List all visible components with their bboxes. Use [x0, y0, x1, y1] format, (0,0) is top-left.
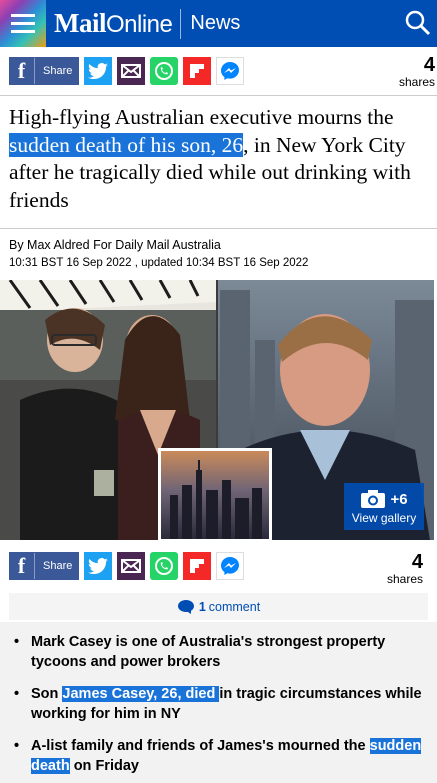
byline[interactable]: By Max Aldred For Daily Mail Australia — [9, 238, 221, 252]
facebook-share-button[interactable]: f Share — [9, 57, 79, 85]
share-bar-top: f Share 4 shares — [0, 47, 437, 95]
search-icon[interactable] — [405, 10, 431, 36]
messenger-icon — [221, 557, 239, 575]
facebook-share-button[interactable]: f Share — [9, 552, 79, 580]
whatsapp-icon — [155, 557, 173, 575]
list-item: • Mark Casey is one of Australia's stron… — [14, 634, 386, 670]
menu-icon[interactable] — [0, 0, 46, 47]
flipboard-icon — [190, 559, 204, 573]
section-title[interactable]: News — [190, 12, 240, 35]
speech-bubble-icon — [177, 599, 194, 614]
twitter-icon — [88, 558, 108, 574]
top-navigation-bar: MailOnline News — [0, 0, 437, 47]
selected-text: sudden death of his son, 26 — [9, 132, 244, 157]
whatsapp-icon — [155, 62, 173, 80]
mailonline-logo[interactable]: MailOnline — [54, 8, 173, 39]
divider — [0, 95, 437, 96]
share-bar-bottom: f Share 4 shares — [0, 542, 437, 590]
messenger-icon — [221, 62, 239, 80]
share-count: 4 shares — [386, 551, 423, 586]
share-count: 4 shares — [398, 54, 435, 89]
whatsapp-share-button[interactable] — [150, 57, 178, 85]
divider — [0, 228, 437, 229]
twitter-share-button[interactable] — [84, 552, 112, 580]
selected-text: James Casey, 26, died — [62, 686, 220, 702]
article-hero-image[interactable]: +6 View gallery — [0, 280, 434, 540]
email-icon — [121, 64, 141, 78]
twitter-icon — [88, 63, 108, 79]
article-summary: • Mark Casey is one of Australia's stron… — [0, 622, 437, 783]
email-share-button[interactable] — [117, 552, 145, 580]
list-item: • Son James Casey, 26, died in tragic ci… — [14, 686, 422, 722]
comments-link[interactable]: 1 comment — [9, 593, 428, 620]
messenger-share-button[interactable] — [216, 552, 244, 580]
header-divider — [180, 8, 182, 39]
whatsapp-share-button[interactable] — [150, 552, 178, 580]
article-dates: 10:31 BST 16 Sep 2022 , updated 10:34 BS… — [9, 257, 309, 269]
article-headline: High-flying Australian executive mourns … — [9, 105, 411, 212]
flipboard-share-button[interactable] — [183, 552, 211, 580]
messenger-share-button[interactable] — [216, 57, 244, 85]
email-share-button[interactable] — [117, 57, 145, 85]
facebook-icon: f — [9, 58, 35, 84]
facebook-icon: f — [9, 553, 35, 579]
flipboard-icon — [190, 64, 204, 78]
twitter-share-button[interactable] — [84, 57, 112, 85]
view-gallery-button[interactable]: +6 View gallery — [344, 483, 424, 530]
camera-icon — [361, 490, 386, 508]
email-icon — [121, 559, 141, 573]
flipboard-share-button[interactable] — [183, 57, 211, 85]
list-item: • A-list family and friends of James's m… — [14, 738, 422, 774]
